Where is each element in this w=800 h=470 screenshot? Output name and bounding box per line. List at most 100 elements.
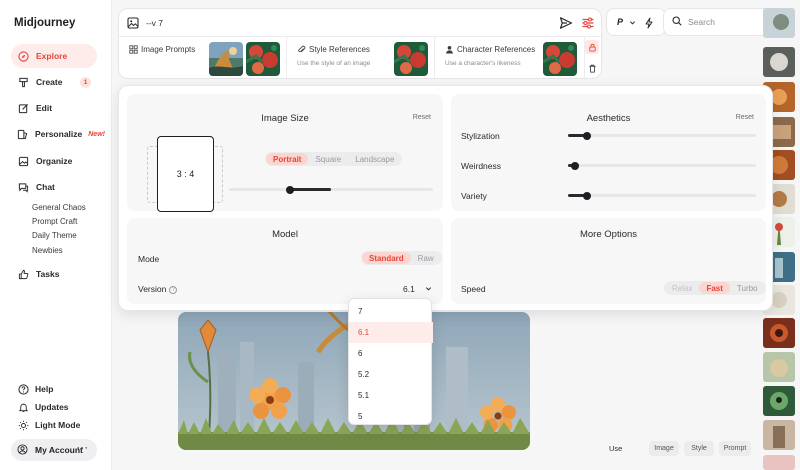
light-mode-toggle[interactable]: Light Mode	[11, 416, 80, 434]
use-image-button[interactable]: Image	[649, 441, 679, 456]
weirdness-slider[interactable]	[568, 161, 756, 170]
lightning-icon[interactable]	[644, 17, 654, 31]
help-icon[interactable]: ?	[169, 285, 178, 294]
sidebar-item-create[interactable]: Create 1	[11, 70, 97, 94]
image-prompts-section[interactable]: Image Prompts	[119, 37, 287, 80]
image-size-slider-knob[interactable]	[286, 185, 294, 194]
account-menu-icon[interactable]: ···	[77, 443, 89, 453]
style-references-section[interactable]: Style References Use the style of an ima…	[287, 37, 435, 80]
sidebar-item-label: Tasks	[36, 269, 60, 279]
chat-room-daily-theme[interactable]: Daily Theme	[32, 231, 77, 240]
image-prompts-title: Image Prompts	[129, 45, 195, 54]
image-prompt-thumb-2[interactable]	[246, 42, 280, 76]
use-prompt-button[interactable]: Prompt	[719, 441, 751, 456]
prompt-input[interactable]: --v 7	[146, 18, 163, 28]
more-options-section: More Options Speed Relax Fast Turbo	[451, 218, 766, 304]
character-references-label: Character References	[457, 45, 536, 54]
version-option[interactable]: 7	[349, 301, 433, 322]
image-size-slider-fill	[289, 188, 331, 191]
lock-icon[interactable]	[585, 40, 599, 54]
send-icon[interactable]	[559, 16, 573, 30]
personalization-toggle[interactable]: P	[617, 17, 623, 27]
chat-icon	[17, 181, 29, 193]
version-option[interactable]: 6	[349, 343, 433, 364]
weirdness-label: Weirdness	[461, 161, 501, 171]
chat-room-general-chaos[interactable]: General Chaos	[32, 203, 86, 212]
mode-raw[interactable]: Raw	[411, 252, 441, 264]
strip-thumb[interactable]	[763, 352, 795, 382]
character-reference-thumb[interactable]	[543, 42, 577, 76]
aesthetics-title: Aesthetics	[586, 113, 631, 124]
orientation-landscape[interactable]: Landscape	[348, 153, 401, 165]
speed-relax[interactable]: Relax	[665, 282, 699, 294]
sidebar-item-label: Personalize	[35, 129, 83, 139]
image-size-title: Image Size	[261, 113, 309, 124]
strip-thumb[interactable]	[763, 318, 795, 348]
sidebar-item-label: Edit	[36, 103, 53, 113]
character-references-subtitle: Use a character's likeness	[445, 60, 521, 67]
sidebar-item-edit[interactable]: Edit	[11, 96, 97, 120]
image-size-slider[interactable]	[229, 185, 433, 194]
image-size-section: Image Size Reset 3 : 4 Portrait Square L…	[127, 94, 443, 212]
reference-actions	[583, 38, 601, 78]
image-prompt-thumb-1[interactable]	[209, 42, 243, 76]
version-dropdown: 7 6.1 6 5.2 5.1 5	[348, 298, 433, 427]
help-link[interactable]: Help	[11, 380, 53, 398]
version-label: Version	[138, 284, 167, 294]
strip-thumb[interactable]	[763, 455, 795, 470]
compass-icon	[17, 50, 29, 62]
search-input[interactable]	[688, 17, 768, 27]
stylization-slider-knob[interactable]	[583, 131, 591, 140]
sidebar-item-tasks[interactable]: Tasks	[11, 262, 97, 286]
mode-toggle-box: P	[606, 8, 666, 36]
updates-link[interactable]: Updates	[11, 398, 69, 416]
strip-thumb[interactable]	[763, 8, 795, 38]
strip-thumb[interactable]	[763, 386, 795, 416]
chevron-down-icon[interactable]	[629, 18, 636, 28]
version-option-selected[interactable]: 6.1	[349, 322, 433, 343]
version-option[interactable]: 5.2	[349, 364, 433, 385]
speed-label: Speed	[461, 284, 486, 294]
variety-slider-knob[interactable]	[583, 191, 591, 200]
strip-thumb[interactable]	[763, 47, 795, 77]
chat-room-prompt-craft[interactable]: Prompt Craft	[32, 217, 77, 226]
aesthetics-section: Aesthetics Reset Stylization Weirdness V…	[451, 94, 766, 211]
trash-icon[interactable]	[585, 61, 599, 75]
sidebar-item-explore[interactable]: Explore	[11, 44, 97, 68]
sidebar-item-personalize[interactable]: Personalize New!	[11, 122, 105, 146]
image-size-reset[interactable]: Reset	[413, 114, 431, 121]
chat-room-newbies[interactable]: Newbies	[32, 246, 63, 255]
sidebar-item-organize[interactable]: Organize	[11, 149, 97, 173]
variety-slider[interactable]	[568, 191, 756, 200]
sidebar-item-label: Create	[36, 77, 63, 87]
version-select[interactable]: 6.1	[403, 284, 432, 294]
weirdness-slider-knob[interactable]	[571, 161, 579, 170]
image-upload-icon[interactable]	[127, 17, 139, 29]
image-icon	[17, 155, 29, 167]
orientation-portrait[interactable]: Portrait	[266, 153, 309, 165]
search-icon	[672, 16, 682, 28]
sidebar-item-chat[interactable]: Chat	[11, 175, 97, 199]
light-mode-label: Light Mode	[35, 420, 81, 430]
help-label: Help	[35, 384, 54, 394]
variety-label: Variety	[461, 191, 487, 201]
version-option[interactable]: 5.1	[349, 385, 433, 406]
mode-standard[interactable]: Standard	[362, 252, 411, 264]
speed-turbo[interactable]: Turbo	[730, 282, 765, 294]
character-references-section[interactable]: Character References Use a character's l…	[435, 37, 585, 80]
style-reference-thumb[interactable]	[394, 42, 428, 76]
my-account-button[interactable]: My Account ···	[11, 439, 97, 461]
aspect-ratio-preview[interactable]: 3 : 4	[157, 136, 214, 212]
version-option[interactable]: 5	[349, 406, 433, 427]
stylization-label: Stylization	[461, 131, 500, 141]
use-style-button[interactable]: Style	[684, 441, 714, 456]
sliders-icon[interactable]	[581, 16, 595, 30]
style-references-title: Style References	[297, 45, 370, 54]
aesthetics-reset[interactable]: Reset	[736, 114, 754, 121]
strip-thumb[interactable]	[763, 420, 795, 450]
image-prompts-icon	[129, 45, 138, 54]
model-section: Model Mode Standard Raw Version? 6.1	[127, 218, 443, 304]
speed-fast[interactable]: Fast	[699, 282, 730, 294]
stylization-slider[interactable]	[568, 131, 756, 140]
orientation-square[interactable]: Square	[308, 153, 348, 165]
